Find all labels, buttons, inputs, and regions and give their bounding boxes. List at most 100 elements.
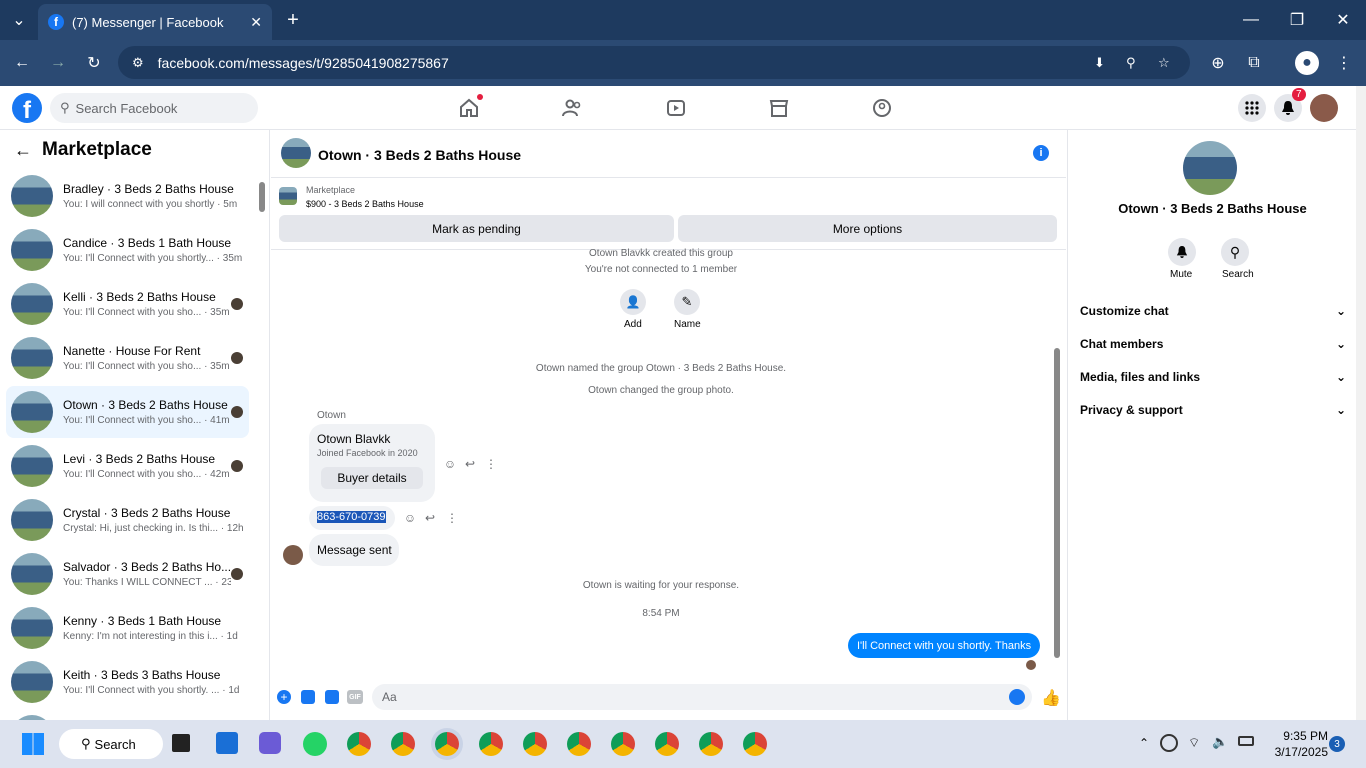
- marketplace-icon[interactable]: [767, 96, 791, 120]
- search-chat-icon[interactable]: ⚲: [1221, 238, 1249, 266]
- whatsapp-icon[interactable]: [303, 732, 327, 756]
- minimize-icon[interactable]: —: [1228, 0, 1274, 40]
- reply-icon[interactable]: ↩: [462, 456, 478, 472]
- back-arrow-icon[interactable]: ←: [14, 140, 32, 161]
- chrome-profile-icon[interactable]: [655, 732, 679, 756]
- clock-date[interactable]: 3/17/2025: [1266, 745, 1328, 759]
- conversation-item[interactable]: Crystal · 3 Beds 2 Baths House Crystal: H…: [6, 494, 249, 546]
- message-bubble[interactable]: 863-670-0739: [309, 506, 395, 530]
- edit-name-icon[interactable]: ✎: [674, 289, 700, 315]
- chat-title[interactable]: Otown · 3 Beds 2 Baths House: [318, 147, 521, 163]
- buyer-details-button[interactable]: Buyer details: [321, 467, 423, 489]
- conversation-item[interactable]: Kelli · 3 Beds 2 Baths House You: I'll Co…: [6, 278, 249, 330]
- info-icon[interactable]: i: [1033, 145, 1049, 161]
- add-member-icon[interactable]: 👤: [620, 289, 646, 315]
- meet-icon[interactable]: [259, 732, 281, 754]
- conversation-item[interactable]: Otown · 3 Beds 2 Baths House You: I'll Co…: [6, 386, 249, 438]
- chrome-profile-icon[interactable]: [567, 732, 591, 756]
- photo-icon[interactable]: [301, 690, 315, 704]
- notifications-bell-icon[interactable]: 7: [1274, 88, 1306, 122]
- reload-icon[interactable]: ↻: [82, 51, 106, 75]
- facebook-logo-icon[interactable]: f: [12, 93, 42, 123]
- browser-tab-active[interactable]: f (7) Messenger | Facebook ✕: [38, 4, 272, 40]
- video-icon[interactable]: [664, 96, 688, 120]
- phone-number[interactable]: 863-670-0739: [317, 511, 386, 523]
- conversation-item[interactable]: Keith · 3 Beds 3 Baths House You: I'll Co…: [6, 656, 249, 708]
- notification-count-badge[interactable]: 3: [1329, 736, 1345, 752]
- conversation-item[interactable]: Levi · 3 Beds 2 Baths House You: I'll Con…: [6, 440, 249, 492]
- info-section-item[interactable]: Privacy & support ⌄: [1080, 400, 1346, 420]
- volume-icon[interactable]: 🔈: [1212, 734, 1228, 750]
- emoji-icon[interactable]: [1009, 689, 1025, 705]
- profile-icon[interactable]: ●: [1295, 51, 1319, 75]
- conversation-item[interactable]: Candice · 3 Beds 1 Bath House You: I'll C…: [6, 224, 249, 276]
- widgets-icon[interactable]: [216, 732, 238, 754]
- chrome-profile-icon[interactable]: [435, 732, 459, 756]
- windows-start-icon[interactable]: [22, 733, 44, 755]
- conversation-item[interactable]: Bradley · 3 Beds 2 Baths House You: I wil…: [6, 170, 249, 222]
- conversation-item[interactable]: Ritzy · 3 Beds 2 Baths House: [6, 710, 249, 720]
- menu-grid-icon[interactable]: [1238, 94, 1266, 122]
- react-icon[interactable]: ☺: [442, 456, 458, 472]
- chrome-profile-icon[interactable]: [743, 732, 767, 756]
- maximize-icon[interactable]: ❐: [1274, 0, 1320, 40]
- info-section-item[interactable]: Media, files and links ⌄: [1080, 367, 1346, 387]
- more-icon[interactable]: ⋮: [483, 456, 499, 472]
- close-window-icon[interactable]: ✕: [1320, 0, 1366, 40]
- reply-icon[interactable]: ↩: [422, 510, 438, 526]
- bookmark-star-icon[interactable]: ☆: [1158, 55, 1170, 71]
- back-icon[interactable]: ←: [10, 51, 34, 75]
- task-view-icon[interactable]: [172, 734, 190, 752]
- info-section-item[interactable]: Chat members ⌄: [1080, 334, 1346, 354]
- sticker-icon[interactable]: [325, 690, 339, 704]
- friends-icon[interactable]: [560, 96, 584, 120]
- sender-avatar[interactable]: [283, 545, 303, 565]
- mute-bell-icon[interactable]: [1168, 238, 1196, 266]
- conversation-item[interactable]: Salvador · 3 Beds 2 Baths Ho... You: Than…: [6, 548, 249, 600]
- conversation-item[interactable]: Nanette · House For Rent You: I'll Connec…: [6, 332, 249, 384]
- page-scrollbar[interactable]: [1356, 86, 1366, 720]
- group-photo-large[interactable]: [1183, 141, 1237, 195]
- react-icon[interactable]: ☺: [402, 510, 418, 526]
- clock-time[interactable]: 9:35 PM: [1266, 729, 1328, 743]
- extensions-icon[interactable]: ⧉: [1242, 51, 1266, 75]
- tray-chevron-icon[interactable]: ⌃: [1139, 736, 1149, 750]
- chrome-profile-icon[interactable]: [391, 732, 415, 756]
- group-photo[interactable]: [281, 138, 311, 168]
- listing-price[interactable]: $900 - 3 Beds 2 Baths House: [306, 199, 424, 209]
- my-message-bubble[interactable]: I'll Connect with you shortly. Thanks: [848, 633, 1041, 658]
- new-tab-icon[interactable]: +: [270, 0, 316, 40]
- like-thumb-icon[interactable]: 👍: [1041, 688, 1061, 708]
- chrome-profile-icon[interactable]: [611, 732, 635, 756]
- message-bubble[interactable]: Message sent: [309, 534, 399, 566]
- info-section-item[interactable]: Customize chat ⌄: [1080, 301, 1346, 321]
- chrome-profile-icon[interactable]: [699, 732, 723, 756]
- battery-icon[interactable]: [1238, 736, 1254, 746]
- wifi-icon[interactable]: ⌔: [1188, 735, 1200, 751]
- chrome-profile-icon[interactable]: [523, 732, 547, 756]
- zoom-icon[interactable]: ⚲: [1126, 55, 1136, 71]
- menu-icon[interactable]: ⋮: [1332, 51, 1356, 75]
- gif-icon[interactable]: GIF: [347, 690, 363, 704]
- sync-icon[interactable]: [1160, 734, 1178, 752]
- chat-scrollbar[interactable]: [1054, 348, 1060, 658]
- list-scrollbar[interactable]: [259, 182, 265, 212]
- site-info-icon[interactable]: ⚙: [132, 55, 144, 71]
- home-icon[interactable]: [457, 94, 483, 120]
- search-input[interactable]: ⚲ Search Facebook: [50, 93, 258, 123]
- message-input[interactable]: Aa: [372, 684, 1032, 710]
- more-actions-plus-icon[interactable]: +: [277, 690, 291, 704]
- mark-pending-button[interactable]: Mark as pending: [279, 215, 674, 242]
- taskbar-search[interactable]: ⚲ Search: [59, 729, 163, 759]
- tab-search-icon[interactable]: ⌄: [0, 0, 38, 40]
- forward-icon[interactable]: →: [46, 51, 70, 75]
- address-bar[interactable]: ⚙ facebook.com/messages/t/92850419082758…: [118, 46, 1190, 79]
- chrome-profile-icon[interactable]: [347, 732, 371, 756]
- listing-thumbnail[interactable]: [279, 187, 297, 205]
- install-app-icon[interactable]: ⬇: [1094, 55, 1105, 71]
- more-options-button[interactable]: More options: [678, 215, 1057, 242]
- conversation-item[interactable]: Kenny · 3 Beds 1 Bath House Kenny: I'm no…: [6, 602, 249, 654]
- chrome-profile-icon[interactable]: [479, 732, 503, 756]
- tab-close-icon[interactable]: ✕: [250, 14, 262, 31]
- account-avatar[interactable]: [1310, 94, 1338, 122]
